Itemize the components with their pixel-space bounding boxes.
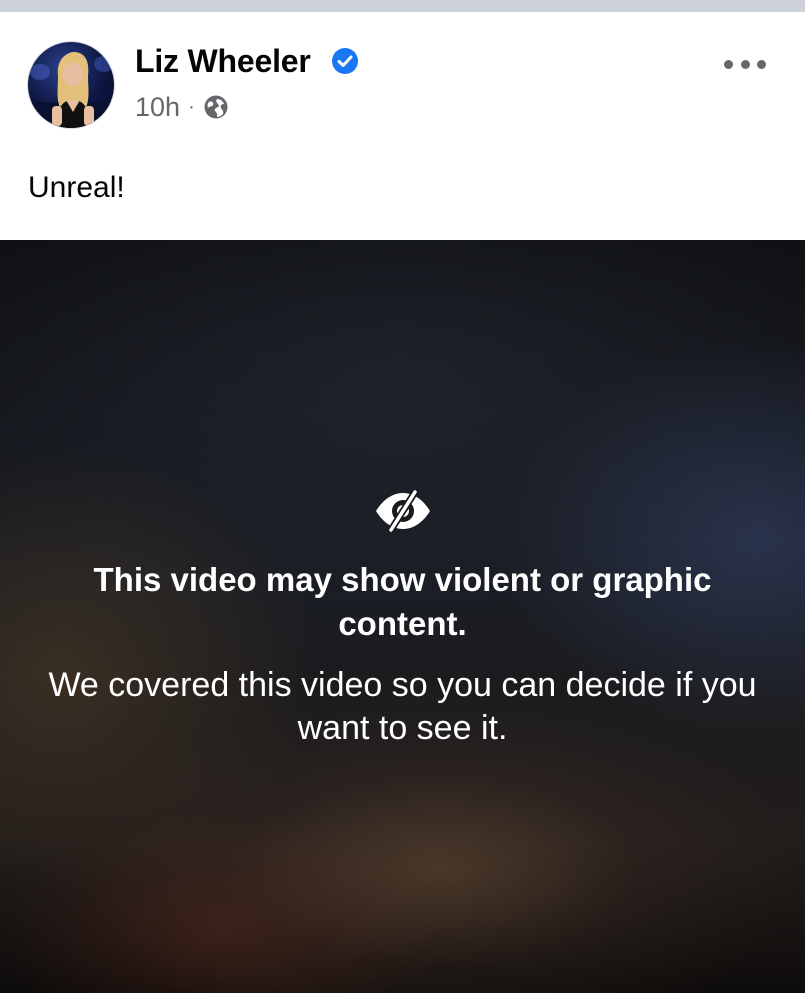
post-meta: 10h ·: [135, 92, 229, 122]
feed-separator: [0, 0, 805, 12]
post-text: Unreal!: [28, 171, 125, 204]
post-timestamp[interactable]: 10h: [135, 92, 180, 123]
more-dot: [757, 59, 766, 69]
meta-separator: ·: [188, 96, 195, 118]
more-options-icon[interactable]: [724, 52, 766, 76]
video-cover[interactable]: This video may show violent or graphic c…: [0, 240, 805, 993]
warning-title: This video may show violent or graphic c…: [93, 561, 712, 642]
avatar[interactable]: [27, 41, 115, 129]
author-name[interactable]: Liz Wheeler: [135, 42, 311, 80]
warning-message: We covered this video so you can decide …: [48, 666, 757, 747]
verified-badge-icon: [332, 48, 358, 74]
more-dot: [740, 59, 750, 69]
globe-icon[interactable]: [203, 94, 229, 120]
eye-slash-icon: [376, 490, 430, 532]
more-dot: [724, 59, 733, 69]
post-header: Liz Wheeler 10h · Unreal!: [0, 12, 805, 240]
